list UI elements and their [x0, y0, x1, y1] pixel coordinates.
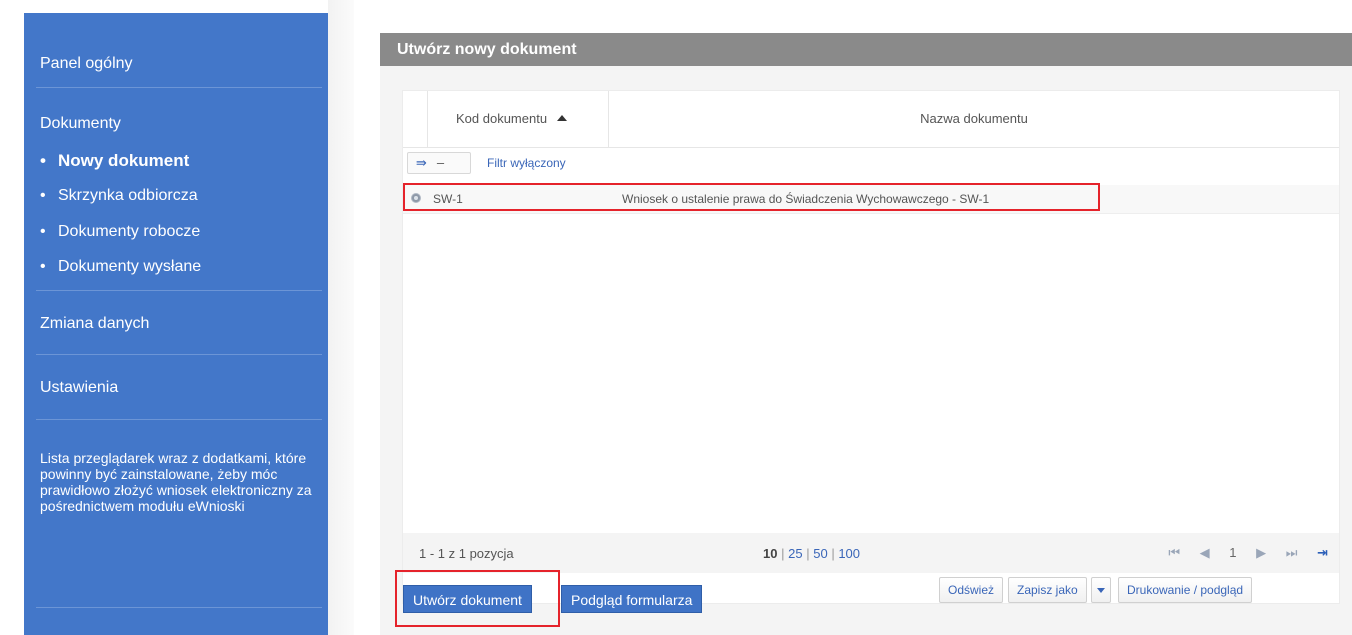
sidebar-item-panel[interactable]: Panel ogólny — [40, 55, 133, 73]
column-header-name[interactable]: Nazwa dokumentu — [609, 91, 1339, 147]
divider — [36, 419, 322, 420]
next-page-icon[interactable]: ▶ — [1256, 545, 1267, 560]
page-size-10[interactable]: 10 — [763, 546, 777, 561]
column-header-code[interactable]: Kod dokumentu — [427, 91, 609, 147]
filter-toggle-button[interactable]: ⇛ – — [407, 152, 471, 174]
sidebar-item-inbox[interactable]: • Skrzynka odbiorcza — [40, 187, 198, 205]
filter-row: ⇛ – Filtr wyłączony — [403, 148, 1339, 180]
sidebar-item-new-document[interactable]: • Nowy dokument — [40, 151, 189, 171]
refresh-button[interactable]: Odśwież — [939, 577, 1004, 603]
filter-status-link[interactable]: Filtr wyłączony — [487, 156, 566, 170]
column-label: Kod dokumentu — [456, 111, 548, 126]
go-to-end-icon[interactable]: ⇥ — [1317, 545, 1329, 560]
sidebar-item-documents[interactable]: Dokumenty — [40, 115, 121, 133]
current-page: 1 — [1229, 545, 1238, 560]
print-preview-button[interactable]: Drukowanie / podgląd — [1118, 577, 1253, 603]
sidebar-item-drafts[interactable]: • Dokumenty robocze — [40, 223, 200, 241]
row-radio[interactable] — [411, 193, 421, 203]
grid-header: Kod dokumentu Nazwa dokumentu — [403, 91, 1339, 148]
sidebar-item-label: Nowy dokument — [58, 151, 190, 170]
sidebar-item-change-data[interactable]: Zmiana danych — [40, 315, 149, 333]
sidebar-item-label: Dokumenty robocze — [58, 223, 201, 240]
save-as-dropdown-icon[interactable] — [1091, 577, 1111, 603]
browser-list-link[interactable]: Lista przeglądarek wraz z dodatkami, któ… — [40, 450, 320, 514]
divider — [36, 87, 322, 88]
sidebar-item-label: Dokumenty wysłane — [58, 258, 202, 275]
separator: | — [781, 546, 785, 561]
separator: | — [831, 546, 835, 561]
sidebar: Panel ogólny Dokumenty • Nowy dokument • S… — [24, 13, 328, 635]
minus-icon: – — [436, 155, 445, 170]
page-size-25[interactable]: 25 — [788, 546, 802, 561]
form-preview-button[interactable]: Podgląd formularza — [561, 585, 703, 613]
bullet-icon: • — [40, 187, 46, 204]
first-page-icon[interactable]: ⏮ — [1168, 545, 1181, 560]
documents-grid: Kod dokumentu Nazwa dokumentu ⇛ – Filtr w… — [402, 90, 1340, 604]
page-size-selector: 10 | 25 | 50 | 100 — [763, 546, 860, 561]
pager: 1 - 1 z 1 pozycja 10 | 25 | 50 | 100 ⏮ ◀… — [403, 533, 1339, 573]
last-page-icon[interactable]: ⏭ — [1286, 545, 1299, 560]
divider — [36, 354, 322, 355]
divider — [36, 290, 322, 291]
sidebar-item-sent[interactable]: • Dokumenty wysłane — [40, 258, 201, 276]
prev-page-icon[interactable]: ◀ — [1200, 545, 1211, 560]
cell-code: SW-1 — [433, 192, 463, 206]
pager-navigation: ⏮ ◀ 1 ▶ ⏭ ⇥ — [1154, 545, 1329, 561]
bullet-icon: • — [40, 223, 46, 240]
create-document-panel: Utwórz nowy dokument Kod dokumentu Nazwa… — [380, 33, 1352, 635]
bullet-icon: • — [40, 258, 46, 275]
bullet-icon: • — [40, 151, 46, 170]
sort-ascending-icon — [557, 115, 568, 121]
content-shadow — [328, 0, 354, 635]
sidebar-item-label: Skrzynka odbiorcza — [58, 187, 198, 204]
filter-arrow-icon: ⇛ — [416, 155, 427, 170]
pager-info: 1 - 1 z 1 pozycja — [419, 546, 514, 561]
save-as-button[interactable]: Zapisz jako — [1008, 577, 1087, 603]
page-size-100[interactable]: 100 — [838, 546, 860, 561]
grid-toolbar: Odśwież Zapisz jako Drukowanie / podgląd — [403, 573, 1339, 603]
panel-title: Utwórz nowy dokument — [380, 33, 1352, 66]
cell-name: Wniosek o ustalenie prawa do Świadczenia… — [622, 192, 990, 206]
separator: | — [806, 546, 810, 561]
table-row[interactable]: SW-1 Wniosek o ustalenie prawa do Świadc… — [403, 185, 1339, 214]
sidebar-item-settings[interactable]: Ustawienia — [40, 379, 118, 397]
page-size-50[interactable]: 50 — [813, 546, 827, 561]
create-document-button[interactable]: Utwórz dokument — [403, 585, 532, 613]
divider — [36, 607, 322, 608]
